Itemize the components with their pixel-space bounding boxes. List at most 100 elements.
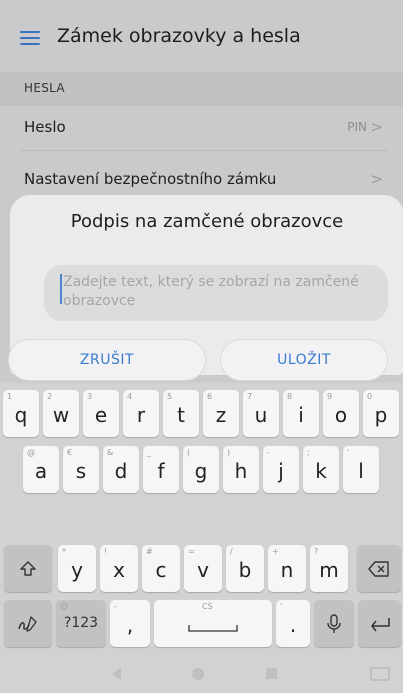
- key-hint: 7: [247, 392, 253, 401]
- key-x[interactable]: ! x: [100, 545, 138, 592]
- key-g[interactable]: (g: [183, 446, 219, 493]
- settings-row-password[interactable]: Heslo PIN >: [0, 118, 403, 170]
- key-l[interactable]: ' l: [343, 446, 379, 493]
- key-s[interactable]: € s: [63, 446, 99, 493]
- key-m[interactable]: ? m: [310, 545, 348, 592]
- enter-icon: [370, 617, 390, 631]
- symbols-key[interactable]: ☺ ?123: [56, 600, 106, 647]
- key-hint: ): [227, 448, 231, 457]
- key-o[interactable]: 9o: [323, 390, 359, 437]
- key-char: r: [136, 403, 146, 427]
- backspace-icon: [368, 560, 389, 577]
- microphone-icon: [327, 613, 341, 633]
- key-hint: (: [187, 448, 191, 457]
- key-t[interactable]: 5t: [163, 390, 199, 437]
- shift-icon: [20, 560, 36, 576]
- period-key[interactable]: ' .: [276, 600, 310, 647]
- key-hint: +: [272, 547, 279, 556]
- key-n[interactable]: + n: [268, 545, 306, 592]
- row-value: PIN: [347, 120, 367, 134]
- key-w[interactable]: 2w: [43, 390, 79, 437]
- key-hint: *: [62, 547, 66, 556]
- key-hint: 4: [127, 392, 133, 401]
- key-hint: !: [104, 547, 108, 556]
- save-button[interactable]: ULOŽIT: [220, 339, 388, 381]
- key-hint: 5: [167, 392, 173, 401]
- keyboard-switch-icon[interactable]: [370, 667, 390, 681]
- key-char: y: [71, 558, 83, 582]
- key-char: v: [197, 558, 209, 582]
- key-y[interactable]: * y: [58, 545, 96, 592]
- key-p[interactable]: 0p: [363, 390, 399, 437]
- key-hint: 9: [327, 392, 333, 401]
- key-hint: _: [147, 448, 151, 457]
- recent-apps-nav-icon[interactable]: [266, 668, 277, 679]
- key-hint: 8: [287, 392, 293, 401]
- key-hint: @: [27, 448, 35, 457]
- key-hint: 1: [7, 392, 13, 401]
- key-z[interactable]: 6z: [203, 390, 239, 437]
- hamburger-menu-icon[interactable]: [20, 31, 40, 45]
- key-hint: ?: [314, 547, 319, 556]
- key-a[interactable]: @ a: [23, 446, 59, 493]
- key-v[interactable]: = v: [184, 545, 222, 592]
- key-hint: €: [67, 448, 73, 457]
- key-hint: #: [146, 547, 153, 556]
- key-i[interactable]: 8i: [283, 390, 319, 437]
- key-d[interactable]: & d: [103, 446, 139, 493]
- key-hint: ☺: [60, 602, 69, 611]
- section-title: HESLA: [24, 81, 65, 95]
- key-hint: 0: [367, 392, 373, 401]
- key-hint: ;: [307, 448, 310, 457]
- key-char: e: [94, 403, 108, 427]
- key-hint: 3: [87, 392, 93, 401]
- key-f[interactable]: _ f: [143, 446, 179, 493]
- microphone-key[interactable]: [314, 600, 354, 647]
- signature-text-field[interactable]: [44, 265, 388, 321]
- key-label: ?123: [63, 615, 99, 631]
- key-char: s: [75, 459, 87, 483]
- key-char: u: [254, 403, 268, 427]
- key-char: p: [374, 403, 388, 427]
- key-hint: -: [114, 602, 117, 611]
- key-e[interactable]: 3e: [83, 390, 119, 437]
- app-bar: Zámek obrazovky a hesla: [0, 0, 403, 58]
- key-r[interactable]: 4r: [123, 390, 159, 437]
- enter-key[interactable]: [358, 600, 401, 647]
- text-cursor: [60, 274, 62, 304]
- key-k[interactable]: ; k: [303, 446, 339, 493]
- key-u[interactable]: 7u: [243, 390, 279, 437]
- cancel-button[interactable]: ZRUŠIT: [8, 339, 206, 381]
- key-b[interactable]: / b: [226, 545, 264, 592]
- key-j[interactable]: -j: [263, 446, 299, 493]
- signature-input[interactable]: [63, 273, 379, 315]
- key-char: x: [113, 558, 125, 582]
- row-label: Nastavení bezpečnostního zámku: [24, 170, 277, 188]
- key-char: n: [280, 558, 294, 582]
- handwriting-key[interactable]: [4, 600, 52, 647]
- on-screen-keyboard: 1q2w3e4r5t6z7u8i9o0p @ a € s & d _ f(g) h - j; k ' l …: [0, 384, 403, 656]
- key-q[interactable]: 1q: [3, 390, 39, 437]
- row-label: Heslo: [24, 118, 66, 136]
- comma-key[interactable]: - ,: [110, 600, 150, 647]
- key-char: g: [194, 459, 208, 483]
- key-hint: -: [267, 448, 270, 457]
- navigation-bar: [0, 656, 403, 693]
- home-nav-icon[interactable]: [192, 668, 204, 680]
- key-c[interactable]: # c: [142, 545, 180, 592]
- key-hint: &: [107, 448, 114, 457]
- key-char: b: [238, 558, 252, 582]
- key-char: o: [334, 403, 348, 427]
- page-title: Zámek obrazovky a hesla: [57, 25, 301, 47]
- key-char: a: [34, 459, 48, 483]
- divider: [20, 150, 387, 151]
- key-char: t: [177, 403, 185, 427]
- dialog-title: Podpis na zamčené obrazovce: [70, 211, 344, 232]
- handwriting-icon: [18, 615, 37, 632]
- shift-key[interactable]: [4, 545, 52, 592]
- back-nav-icon[interactable]: [112, 668, 121, 680]
- space-key[interactable]: CS: [154, 600, 272, 647]
- backspace-key[interactable]: [357, 545, 401, 592]
- key-char: h: [234, 459, 248, 483]
- key-h[interactable]: ) h: [223, 446, 259, 493]
